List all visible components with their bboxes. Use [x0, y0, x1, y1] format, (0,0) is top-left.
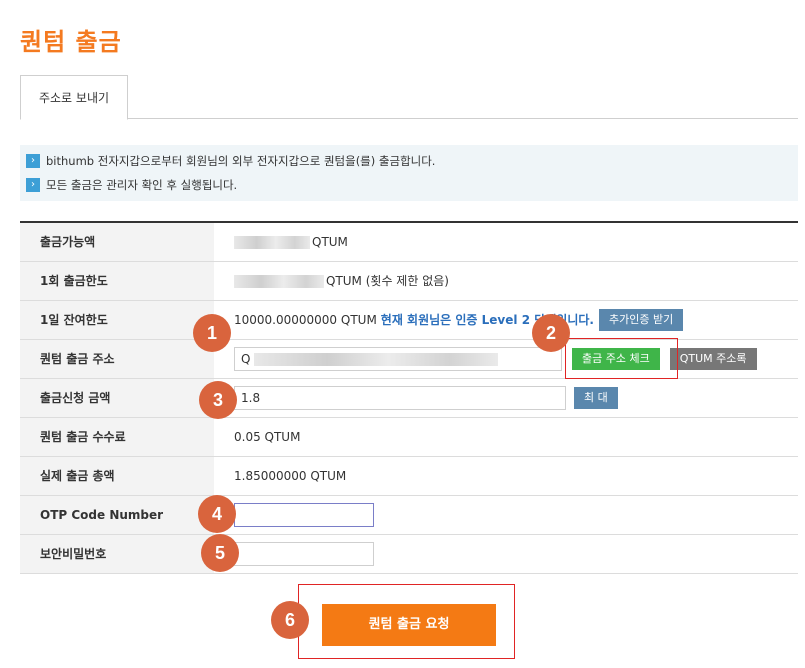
page-title: 퀀텀 출금	[20, 28, 122, 56]
notice-text: bithumb 전자지갑으로부터 회원님의 외부 전자지갑으로 퀀텀을(를) 출…	[46, 154, 436, 168]
address-value: Q 출금 주소 체크 QTUM 주소록	[234, 340, 757, 378]
otp-label: OTP Code Number	[20, 496, 214, 534]
row-daily-limit: 1일 잔여한도 10000.00000000 QTUM 현재 회원님은 인증 L…	[20, 301, 798, 340]
withdraw-form: 출금가능액 QTUM 1회 출금한도 QTUM (횟수 제한 없음) 1일 잔여…	[20, 221, 798, 574]
security-password-input[interactable]	[234, 542, 374, 566]
row-otp: OTP Code Number	[20, 496, 798, 535]
blurred-address	[254, 352, 499, 366]
address-prefix: Q	[241, 352, 251, 366]
blurred-amount	[234, 235, 310, 249]
single-limit-label: 1회 출금한도	[20, 262, 214, 300]
step-marker: 1	[193, 314, 231, 352]
step-marker: 4	[198, 495, 236, 533]
tab-bar: 주소로 보내기	[20, 75, 798, 120]
check-button-highlight	[565, 338, 678, 379]
notice-text: 모든 출금은 관리자 확인 후 실행됩니다.	[46, 178, 238, 192]
address-label: 퀀텀 출금 주소	[20, 340, 214, 378]
address-input[interactable]: Q	[234, 347, 562, 371]
otp-value	[234, 496, 374, 534]
step-marker: 3	[199, 381, 237, 419]
blurred-amount	[234, 274, 324, 288]
available-unit: QTUM	[312, 235, 348, 249]
notice-line: › 모든 출금은 관리자 확인 후 실행됩니다.	[26, 176, 798, 200]
total-label: 실제 출금 총액	[20, 457, 214, 495]
step-marker: 6	[271, 601, 309, 639]
password-label: 보안비밀번호	[20, 535, 214, 573]
otp-input[interactable]	[234, 503, 374, 527]
total-value: 1.85000000 QTUM	[234, 469, 347, 483]
single-limit-value: QTUM (횟수 제한 없음)	[234, 262, 449, 300]
row-amount: 출금신청 금액 최 대	[20, 379, 798, 418]
fee-value: 0.05 QTUM	[234, 430, 301, 444]
daily-limit-value: 10000.00000000 QTUM 현재 회원님은 인증 Level 2 단…	[234, 301, 684, 339]
fee-label: 퀀텀 출금 수수료	[20, 418, 214, 456]
row-total: 실제 출금 총액 1.85000000 QTUM	[20, 457, 798, 496]
step-marker: 2	[532, 314, 570, 352]
address-book-button[interactable]: QTUM 주소록	[669, 348, 757, 370]
notice-line: › bithumb 전자지갑으로부터 회원님의 외부 전자지갑으로 퀀텀을(를)…	[26, 152, 798, 176]
row-address: 퀀텀 출금 주소 Q 출금 주소 체크 QTUM 주소록	[20, 340, 798, 379]
daily-limit-label: 1일 잔여한도	[20, 301, 214, 339]
available-label: 출금가능액	[20, 223, 214, 261]
chevron-right-icon: ›	[26, 154, 40, 168]
tab-send-to-address[interactable]: 주소로 보내기	[20, 75, 128, 120]
password-value	[234, 535, 374, 573]
single-limit-unit: QTUM (횟수 제한 없음)	[326, 274, 449, 288]
additional-auth-button[interactable]: 추가인증 받기	[598, 309, 684, 331]
amount-input[interactable]	[234, 386, 566, 410]
notice-box: › bithumb 전자지갑으로부터 회원님의 외부 전자지갑으로 퀀텀을(를)…	[20, 145, 798, 201]
row-single-limit: 1회 출금한도 QTUM (횟수 제한 없음)	[20, 262, 798, 301]
row-password: 보안비밀번호	[20, 535, 798, 574]
amount-value: 최 대	[234, 379, 618, 417]
row-fee: 퀀텀 출금 수수료 0.05 QTUM	[20, 418, 798, 457]
available-value: QTUM	[234, 223, 348, 261]
chevron-right-icon: ›	[26, 178, 40, 192]
step-marker: 5	[201, 534, 239, 572]
max-button[interactable]: 최 대	[574, 387, 618, 409]
daily-limit-amount: 10000.00000000 QTUM	[234, 313, 377, 327]
row-available: 출금가능액 QTUM	[20, 223, 798, 262]
withdraw-request-button[interactable]: 퀀텀 출금 요청	[322, 604, 496, 646]
amount-label: 출금신청 금액	[20, 379, 214, 417]
